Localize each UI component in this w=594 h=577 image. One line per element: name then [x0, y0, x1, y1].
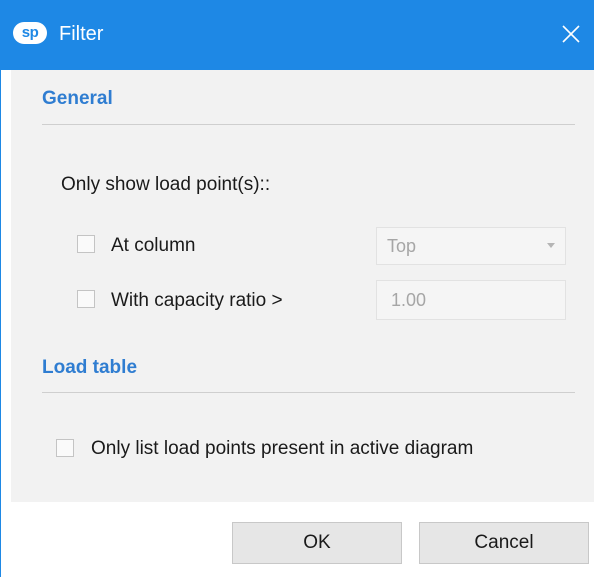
dialog-footer: OK Cancel [1, 502, 594, 577]
chevron-down-icon [547, 243, 555, 248]
ok-button[interactable]: OK [232, 522, 402, 564]
load-table-divider [42, 392, 575, 393]
only-show-load-points-label: Only show load point(s):: [61, 174, 271, 195]
at-column-label: At column [111, 235, 196, 256]
capacity-ratio-label: With capacity ratio > [111, 290, 283, 311]
general-section-title: General [42, 88, 113, 109]
at-column-checkbox[interactable] [77, 235, 95, 253]
close-icon [562, 25, 580, 43]
load-table-section-title: Load table [42, 357, 138, 378]
general-divider [42, 124, 575, 125]
at-column-select[interactable]: Top [376, 227, 566, 265]
filter-dialog: sp Filter General Only show load point(s… [0, 0, 594, 577]
cancel-button[interactable]: Cancel [419, 522, 589, 564]
dialog-content: General Only show load point(s):: At col… [11, 70, 594, 502]
title-bar: sp Filter [1, 0, 594, 70]
only-list-active-diagram-checkbox[interactable] [56, 439, 74, 457]
only-list-active-diagram-label: Only list load points present in active … [91, 438, 474, 459]
close-button[interactable] [548, 12, 594, 56]
app-logo-icon: sp [13, 22, 47, 44]
at-column-select-value: Top [387, 236, 417, 256]
window-title: Filter [59, 23, 104, 45]
capacity-ratio-input[interactable]: 1.00 [376, 280, 566, 320]
capacity-ratio-checkbox[interactable] [77, 290, 95, 308]
